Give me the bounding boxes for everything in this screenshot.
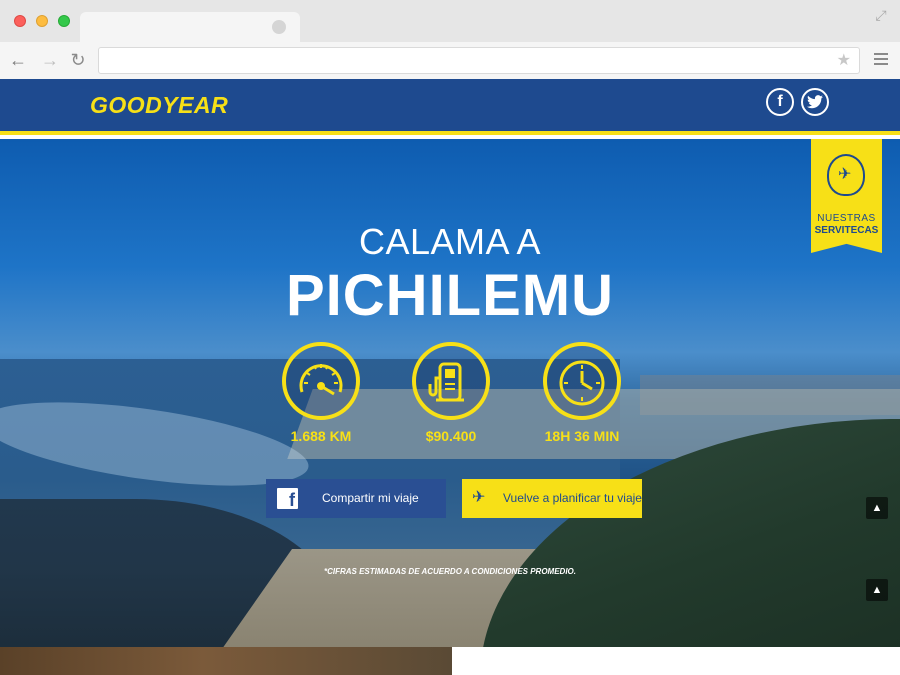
stat-duration: 18H 36 MIN bbox=[522, 342, 642, 444]
facebook-icon: f bbox=[277, 488, 298, 510]
hero-section: ✈ NUESTRAS SERVITECAS CALAMA A PICHILEMU… bbox=[0, 139, 900, 647]
maximize-window-button[interactable] bbox=[58, 15, 70, 27]
stat-fuel-value: $90.400 bbox=[425, 428, 477, 444]
close-window-button[interactable] bbox=[14, 15, 26, 27]
browser-toolbar: ← → ↻ ★ bbox=[0, 42, 900, 79]
address-bar[interactable]: ★ bbox=[98, 47, 860, 74]
minimize-window-button[interactable] bbox=[36, 15, 48, 27]
back-icon[interactable]: ← bbox=[6, 48, 30, 72]
forward-icon[interactable]: → bbox=[38, 48, 62, 72]
stat-distance-value: 1.688 KM bbox=[290, 428, 352, 444]
goodyear-logo[interactable]: GOODYEAR bbox=[90, 92, 228, 119]
clock-icon bbox=[543, 342, 621, 420]
menu-icon[interactable] bbox=[874, 53, 888, 65]
route-destination: PICHILEMU bbox=[286, 263, 614, 328]
scroll-up-button[interactable]: ▲ bbox=[866, 497, 888, 519]
browser-chrome: ⤢ ← → ↻ ★ bbox=[0, 0, 900, 79]
stat-duration-value: 18H 36 MIN bbox=[544, 428, 620, 444]
facebook-icon[interactable]: f bbox=[766, 88, 794, 116]
share-trip-button[interactable]: f Compartir mi viaje bbox=[266, 479, 446, 518]
reload-icon[interactable]: ↻ bbox=[66, 48, 90, 72]
wingfoot-icon: ✈ bbox=[827, 154, 865, 196]
fuel-pump-icon bbox=[412, 342, 490, 420]
site-header: GOODYEAR f bbox=[0, 79, 900, 135]
wingfoot-icon: ✈ bbox=[472, 489, 486, 506]
replan-trip-label: Vuelve a planificar tu viaje bbox=[503, 491, 642, 505]
expand-icon[interactable]: ⤢ bbox=[872, 6, 890, 24]
browser-tab[interactable] bbox=[80, 12, 300, 42]
scroll-up-button[interactable]: ▲ bbox=[866, 579, 888, 601]
share-trip-label: Compartir mi viaje bbox=[322, 491, 419, 505]
disclaimer-text: *CIFRAS ESTIMADAS DE ACUERDO A CONDICION… bbox=[323, 567, 576, 576]
star-icon[interactable]: ★ bbox=[837, 50, 851, 70]
speedometer-icon bbox=[282, 342, 360, 420]
tab-close-icon[interactable] bbox=[272, 20, 286, 34]
next-section-panel bbox=[452, 647, 900, 675]
next-section-image bbox=[0, 647, 452, 675]
replan-trip-button[interactable]: ✈ Vuelve a planificar tu viaje bbox=[462, 479, 642, 518]
stat-distance: 1.688 KM bbox=[261, 342, 381, 444]
route-origin: CALAMA A bbox=[358, 221, 542, 262]
stat-fuel: $90.400 bbox=[391, 342, 511, 444]
twitter-icon[interactable] bbox=[801, 88, 829, 116]
